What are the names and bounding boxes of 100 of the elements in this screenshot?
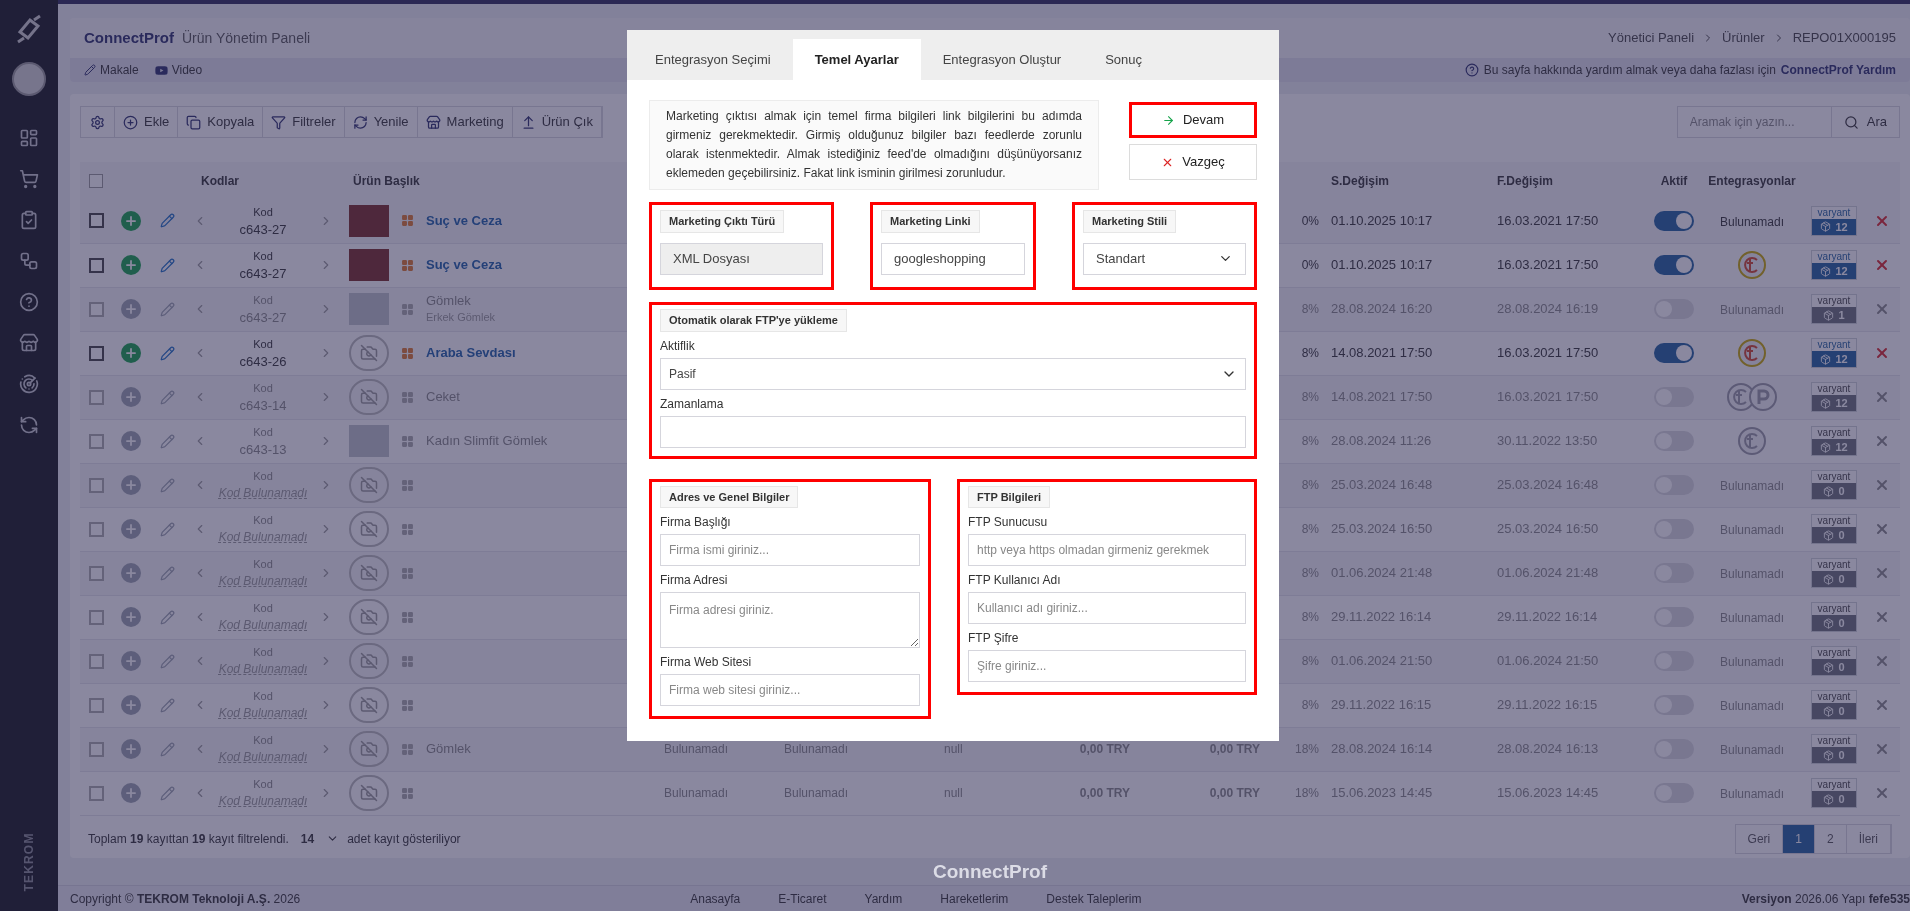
variant-badge[interactable]: varyant 12 (1811, 382, 1857, 412)
wizard-tab[interactable]: Entegrasyon Oluştur (920, 39, 1084, 80)
active-toggle[interactable] (1654, 210, 1694, 231)
help-icon[interactable] (19, 292, 39, 312)
add-icon[interactable] (121, 210, 141, 231)
input-field[interactable]: Firma web sitesi giriniz... (660, 674, 920, 706)
row-checkbox[interactable] (88, 741, 104, 757)
add-icon[interactable] (121, 695, 141, 715)
edit-icon[interactable] (160, 609, 175, 625)
active-toggle[interactable] (1654, 255, 1694, 275)
edit-icon[interactable] (160, 653, 175, 669)
edit-icon[interactable] (160, 477, 175, 493)
wizard-tab[interactable]: Sonuç (1083, 39, 1165, 80)
search-button[interactable]: Ara (1831, 106, 1900, 138)
variant-badge[interactable]: varyant 12 (1811, 205, 1857, 236)
refresh-icon[interactable] (19, 415, 39, 435)
toolbar-button[interactable]: Ekle (115, 107, 179, 137)
edit-icon[interactable] (160, 433, 175, 449)
breadcrumb-link[interactable]: Ürünler (1722, 28, 1765, 48)
variant-badge[interactable]: varyant 0 (1811, 734, 1857, 764)
variant-badge[interactable]: varyant 0 (1811, 602, 1857, 632)
edit-icon[interactable] (160, 301, 175, 317)
help-link[interactable]: ConnectProf Yardım (1780, 61, 1896, 79)
edit-icon[interactable] (160, 565, 175, 581)
input-field[interactable]: Kullanıcı adı giriniz... (968, 592, 1246, 624)
add-icon[interactable] (121, 431, 141, 451)
select-field[interactable]: Standart (1083, 242, 1246, 275)
textarea-field[interactable]: Firma adresi giriniz. (660, 592, 920, 648)
breadcrumb-link[interactable]: REPO01X000195 (1792, 28, 1896, 48)
page-button[interactable]: 1 (1783, 824, 1815, 853)
input-field[interactable]: Şifre giriniz... (968, 650, 1246, 682)
edit-icon[interactable] (160, 213, 175, 229)
row-checkbox[interactable] (88, 565, 104, 581)
store-icon[interactable] (19, 333, 39, 353)
row-checkbox[interactable] (88, 697, 104, 713)
edit-icon[interactable] (160, 389, 175, 405)
row-checkbox[interactable] (88, 521, 104, 537)
input-field[interactable] (660, 415, 1246, 448)
toolbar-button[interactable]: Yenile (344, 107, 418, 137)
product-title[interactable]: Suç ve Ceza (426, 212, 502, 229)
cart-icon[interactable] (19, 169, 39, 189)
active-toggle[interactable] (1654, 343, 1694, 363)
add-icon[interactable] (121, 475, 141, 495)
edit-icon[interactable] (160, 345, 175, 361)
help-link[interactable]: Makale (100, 61, 139, 79)
add-icon[interactable] (121, 651, 141, 671)
edit-icon[interactable] (160, 741, 175, 757)
page-size-select[interactable]: 14 (300, 829, 340, 848)
clipboard-check-icon[interactable] (19, 210, 39, 230)
column-header[interactable]: F.Değişim (1497, 173, 1553, 188)
add-icon[interactable] (121, 607, 141, 627)
variant-badge[interactable]: varyant 0 (1811, 690, 1857, 720)
variant-badge[interactable]: varyant 0 (1811, 558, 1857, 588)
product-title[interactable]: Suç ve Ceza (426, 257, 502, 273)
toolbar-button[interactable]: Filtreler (263, 107, 345, 137)
input-field[interactable]: http veya https olmadan girmeniz gerekmek (968, 534, 1246, 566)
footer-link[interactable]: Hareketlerim (940, 889, 1009, 908)
column-header[interactable]: Ürün Başlık (353, 173, 420, 188)
product-title[interactable]: Araba Sevdası (426, 345, 516, 361)
variant-badge[interactable]: varyant 0 (1811, 470, 1857, 500)
dashboard-icon[interactable] (19, 128, 39, 148)
column-header[interactable]: S.Değişim (1331, 173, 1390, 188)
edit-icon[interactable] (160, 257, 175, 273)
add-icon[interactable] (121, 343, 141, 363)
input-field[interactable]: googleshopping (881, 242, 1025, 275)
row-checkbox[interactable] (88, 345, 104, 361)
edit-icon[interactable] (160, 785, 175, 801)
row-checkbox[interactable] (88, 785, 104, 801)
variant-badge[interactable]: varyant 0 (1811, 646, 1857, 676)
add-icon[interactable] (121, 563, 141, 583)
footer-link[interactable]: Yardım (864, 889, 903, 908)
toolbar-button[interactable]: Kopyala (178, 107, 264, 137)
workflow-icon[interactable] (19, 251, 39, 271)
input-field[interactable]: Firma ismi giriniz... (660, 534, 920, 566)
variant-badge[interactable]: varyant 12 (1811, 426, 1857, 456)
select-field[interactable]: Pasif (660, 357, 1246, 390)
add-icon[interactable] (121, 739, 141, 759)
add-icon[interactable] (121, 299, 141, 319)
variant-badge[interactable]: varyant 0 (1811, 514, 1857, 544)
column-header[interactable]: Kodlar (201, 173, 239, 188)
footer-link[interactable]: Destek Taleplerim (1046, 889, 1142, 908)
row-checkbox[interactable] (88, 389, 104, 405)
toolbar-button[interactable]: Ürün Çık (512, 107, 602, 137)
add-icon[interactable] (121, 519, 141, 539)
wizard-tab[interactable]: Temel Ayarlar (792, 39, 921, 80)
breadcrumb-link[interactable]: Yönetici Paneli (1608, 28, 1694, 48)
cancel-button[interactable]: Vazgeç (1129, 144, 1257, 180)
row-checkbox[interactable] (88, 301, 104, 317)
variant-badge[interactable]: varyant 0 (1811, 778, 1857, 808)
add-icon[interactable] (121, 387, 141, 407)
add-icon[interactable] (121, 255, 141, 275)
variant-badge[interactable]: varyant 12 (1811, 250, 1857, 280)
row-checkbox[interactable] (88, 433, 104, 449)
row-checkbox[interactable] (88, 257, 104, 273)
edit-icon[interactable] (160, 521, 175, 537)
wizard-tab[interactable]: Entegrasyon Seçimi (633, 39, 793, 80)
row-checkbox[interactable] (88, 477, 104, 493)
radar-icon[interactable] (19, 374, 39, 394)
edit-icon[interactable] (160, 697, 175, 713)
toolbar-button[interactable]: Marketing (417, 107, 513, 137)
